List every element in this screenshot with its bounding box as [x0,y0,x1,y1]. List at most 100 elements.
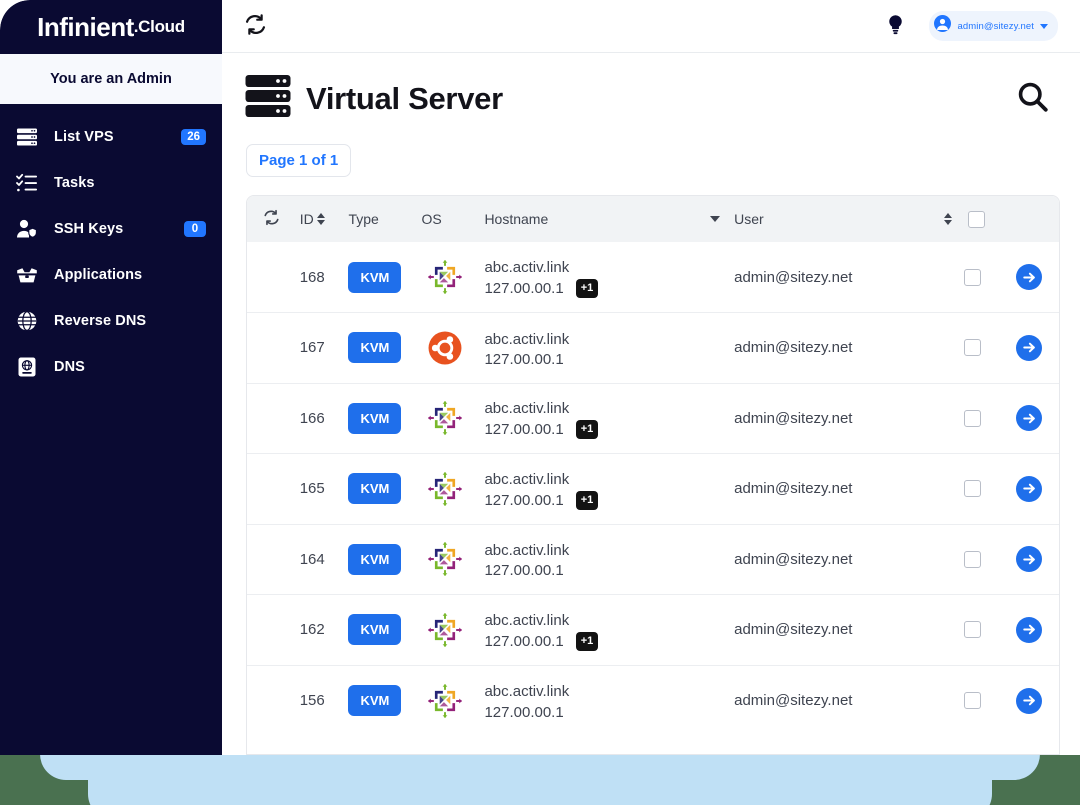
vps-id: 164 [299,550,325,568]
virtualization-type-tag[interactable]: KVM [348,332,402,364]
apps-box-icon [16,264,46,286]
virtualization-type-tag[interactable]: KVM [348,402,402,434]
cell-hostname: abc.activ.link 127.00.00.1 +1 [480,453,731,524]
cell-type: KVM [344,594,418,665]
owner-email: admin@sitezy.net [734,339,853,357]
th-actions [1012,196,1059,242]
sidebar-item-label: List VPS [54,129,114,145]
extra-ip-badge[interactable]: +1 [575,420,599,440]
select-all-checkbox[interactable] [967,210,985,228]
centos-logo-icon [427,260,462,294]
extra-ip-badge[interactable]: +1 [575,631,599,651]
row-checkbox[interactable] [963,480,981,498]
ip-address: 127.00.00.1 [484,350,564,368]
open-vps-button[interactable] [1016,475,1043,502]
sidebar-item-tasks[interactable]: Tasks [0,160,222,206]
vps-id: 156 [299,692,325,709]
arrow-right-icon [1023,554,1035,565]
sidebar-item-applications[interactable]: Applications [0,252,222,298]
th-user[interactable]: User [730,196,960,242]
open-vps-button[interactable] [1016,334,1043,361]
cell-type: KVM [344,523,418,595]
row-checkbox[interactable] [963,621,981,639]
arrow-right-icon [1023,695,1035,706]
table-row[interactable]: 164 KVM abc.activ.link 127.00.00.1 admin… [247,523,1059,595]
virtualization-type-tag[interactable]: KVM [348,543,402,575]
refresh-icon [244,13,267,39]
th-hostname[interactable]: Hostname [480,196,731,242]
virtualization-type-tag[interactable]: KVM [348,614,402,646]
open-vps-button[interactable] [1016,264,1043,290]
table-row[interactable]: 166 KVM abc.activ.link 127.00.00.1 +1 ad… [247,382,1059,454]
user-shield-icon [16,218,46,240]
cell-os [417,594,481,665]
row-checkbox[interactable] [963,409,981,427]
ip-row: 127.00.00.1 [484,351,726,368]
cell-type: KVM [344,382,418,454]
globe-icon [16,310,46,332]
table-row[interactable]: 165 KVM abc.activ.link 127.00.00.1 +1 ad… [247,453,1059,524]
sidebar-badge-ssh-keys: 0 [184,221,206,237]
open-vps-button[interactable] [1016,616,1043,643]
row-checkbox[interactable] [963,550,981,568]
owner-email: admin@sitezy.net [734,480,853,498]
table-row[interactable]: 168 KVM abc.activ.link 127.00.00.1 +1 ad… [247,242,1059,313]
cell-user: admin@sitezy.net [730,594,960,665]
cell-select [959,312,1013,383]
th-select-all[interactable] [959,196,1013,242]
user-menu[interactable]: admin@sitezy.net [929,11,1058,41]
th-id[interactable]: ID [295,196,345,242]
main-content: admin@sitezy.net Virtual Server Page 1 o… [222,0,1080,755]
open-vps-button[interactable] [1016,546,1043,573]
sidebar-item-ssh-keys[interactable]: SSH Keys 0 [0,206,222,252]
owner-email: admin@sitezy.net [734,550,853,568]
page-indicator[interactable]: Page 1 of 1 [246,144,352,177]
brand-logo[interactable]: Infinient .Cloud [0,0,222,54]
cell-os [417,453,481,524]
th-type[interactable]: Type [344,196,418,242]
cell-status [247,523,296,595]
sidebar-item-dns[interactable]: DNS [0,344,222,390]
virtualization-type-tag[interactable]: KVM [348,685,402,716]
lightbulb-button[interactable] [882,10,909,42]
sidebar-nav: List VPS 26 Tasks SSH Keys 0 Application… [0,104,222,390]
cell-id: 166 [295,382,345,454]
th-refresh[interactable] [247,196,296,242]
row-checkbox[interactable] [963,339,981,357]
sidebar-item-label: Reverse DNS [54,313,147,329]
ubuntu-logo-icon [428,331,461,365]
table-row[interactable]: 156 KVM abc.activ.link 127.00.00.1 admin… [247,664,1059,736]
brand-suffix: .Cloud [133,17,185,36]
extra-ip-badge[interactable]: +1 [575,490,599,510]
open-vps-button[interactable] [1016,687,1043,714]
cell-id: 167 [295,312,345,383]
search-icon [1016,80,1050,117]
extra-ip-badge[interactable]: +1 [575,279,599,299]
cell-user: admin@sitezy.net [730,523,960,595]
cell-status [247,312,296,383]
sidebar: Infinient .Cloud You are an Admin List V… [0,0,222,755]
virtualization-type-tag[interactable]: KVM [348,261,402,293]
hostname-text: abc.activ.link [484,470,570,488]
cell-action [1012,312,1059,383]
th-os[interactable]: OS [417,196,481,242]
page-title: Virtual Server [306,80,503,116]
table-row[interactable]: 162 KVM abc.activ.link 127.00.00.1 +1 ad… [247,594,1059,665]
row-checkbox[interactable] [963,692,981,709]
table-row[interactable]: 167 KVM abc.activ.link 127.00.00.1 admin… [247,312,1059,383]
open-vps-button[interactable] [1016,405,1043,432]
sidebar-item-list-vps[interactable]: List VPS 26 [0,114,222,160]
arrow-right-icon [1023,413,1035,424]
vps-table-container: ID Type OS Hostname User 168 KVM abc.act… [246,195,1060,755]
vps-id: 168 [299,268,325,286]
virtualization-type-tag[interactable]: KVM [348,473,402,505]
cell-user: admin@sitezy.net [730,242,959,313]
cell-id: 168 [296,242,345,313]
refresh-button[interactable] [240,9,271,43]
vps-id: 166 [299,409,325,427]
user-avatar-icon [934,15,952,37]
search-button[interactable] [1012,76,1054,121]
ip-row: 127.00.00.1 [484,704,726,721]
row-checkbox[interactable] [963,268,981,286]
sidebar-item-reverse-dns[interactable]: Reverse DNS [0,298,222,344]
